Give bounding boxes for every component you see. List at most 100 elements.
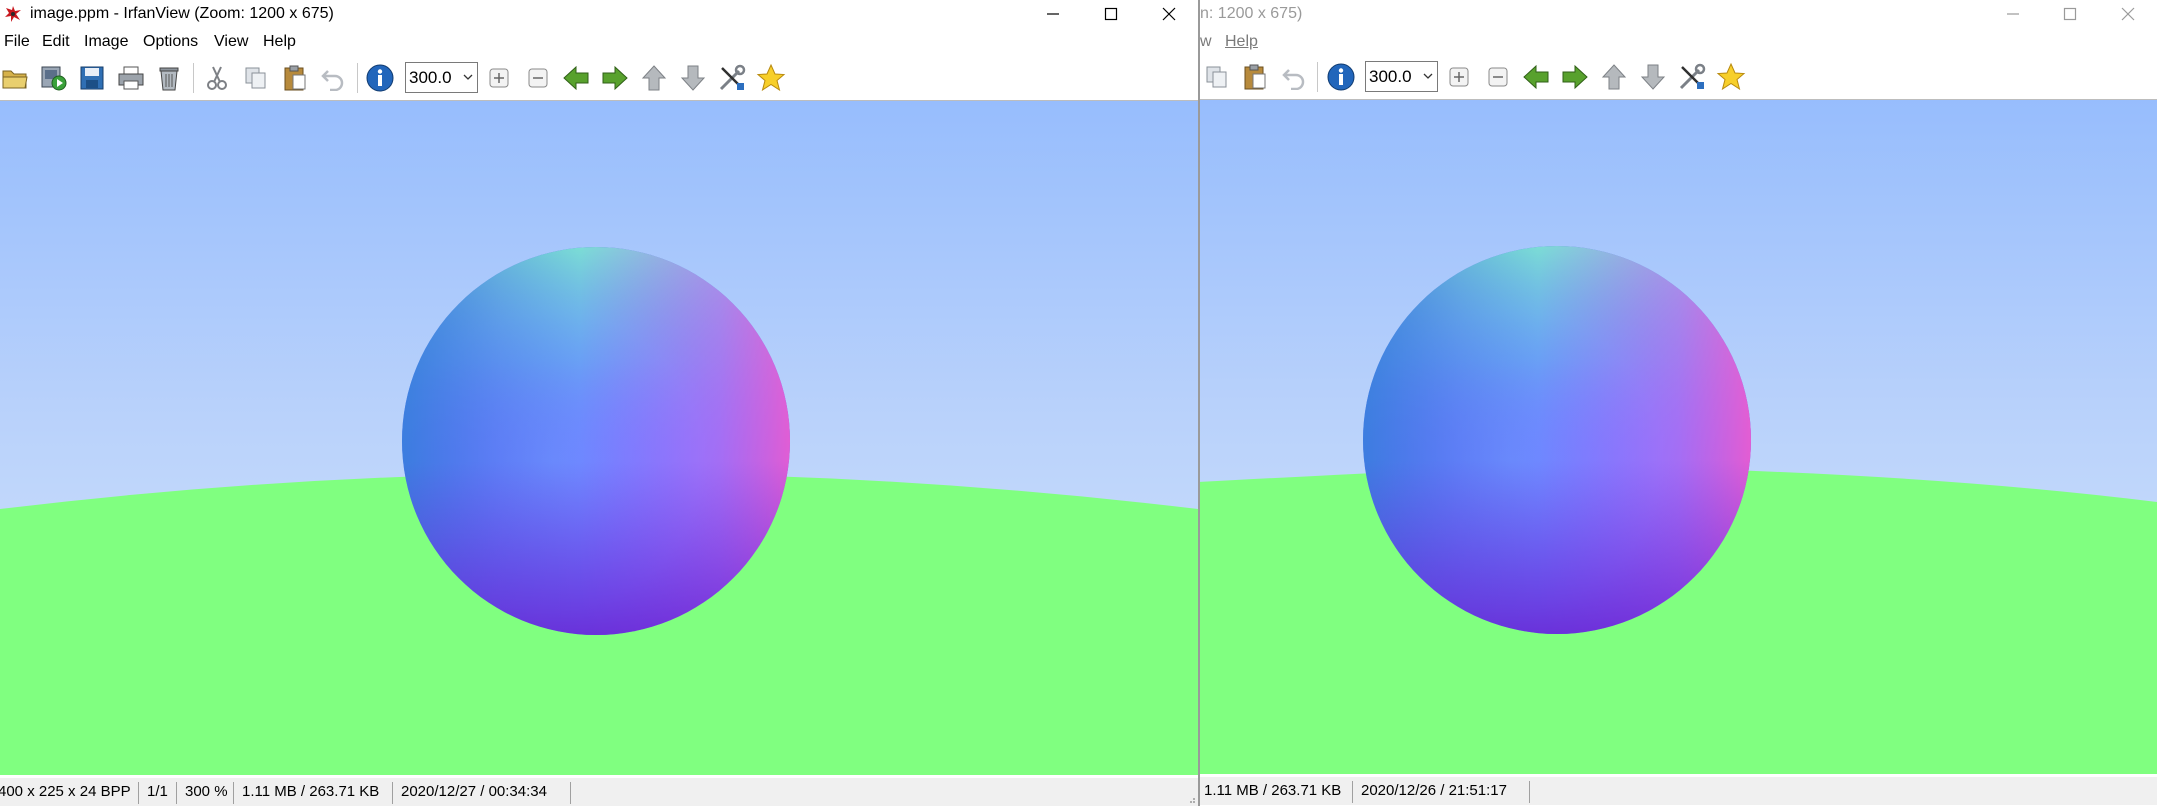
- paste-button[interactable]: [1238, 60, 1272, 94]
- down-button[interactable]: [676, 61, 710, 95]
- paste-icon: [1244, 64, 1266, 90]
- image-canvas[interactable]: [0, 101, 1198, 775]
- zoom-value: 300.0: [1369, 67, 1412, 86]
- info-icon: [1327, 63, 1355, 91]
- rendered-image: [1198, 246, 2157, 774]
- favorite-button[interactable]: [1714, 60, 1748, 94]
- status-separator: [1352, 781, 1353, 803]
- zoom-value: 300.0: [409, 68, 452, 87]
- settings-icon: [1679, 63, 1706, 90]
- undo-button[interactable]: [1277, 60, 1311, 94]
- status-separator: [233, 782, 234, 804]
- status-separator: [1529, 781, 1530, 803]
- copy-button[interactable]: [239, 61, 273, 95]
- zoom-in-icon: [489, 68, 509, 88]
- up-button[interactable]: [1597, 60, 1631, 94]
- open-button[interactable]: [0, 61, 32, 95]
- previous-icon: [1523, 64, 1549, 90]
- up-button[interactable]: [637, 61, 671, 95]
- down-icon: [680, 65, 706, 91]
- menu-file[interactable]: File: [4, 33, 30, 51]
- menu-bar: w Help: [1198, 30, 2157, 52]
- info-button[interactable]: [363, 61, 397, 95]
- toolbar-separator: [357, 63, 358, 93]
- paste-button[interactable]: [278, 61, 312, 95]
- zoom-in-button[interactable]: [1442, 60, 1476, 94]
- next-button[interactable]: [598, 61, 632, 95]
- zoom-select[interactable]: 300.0: [405, 62, 478, 93]
- status-separator: [570, 782, 571, 804]
- status-bar: 1.11 MB / 263.71 KB 2020/12/26 / 21:51:1…: [1198, 777, 2157, 805]
- settings-icon: [719, 64, 746, 91]
- copy-button[interactable]: [1200, 60, 1234, 94]
- status-size: 1.11 MB / 263.71 KB: [1204, 782, 1342, 799]
- settings-button[interactable]: [1675, 60, 1709, 94]
- favorite-button[interactable]: [754, 61, 788, 95]
- zoom-in-icon: [1449, 67, 1469, 87]
- cut-button[interactable]: [200, 61, 234, 95]
- zoom-out-icon: [1488, 67, 1508, 87]
- copy-icon: [245, 67, 266, 89]
- zoom-select[interactable]: 300.0: [1365, 61, 1438, 92]
- status-zoom: 300 %: [185, 783, 228, 800]
- zoom-in-button[interactable]: [482, 61, 516, 95]
- settings-button[interactable]: [715, 61, 749, 95]
- resize-grip-icon[interactable]: [1186, 794, 1196, 804]
- menu-help[interactable]: Help: [1225, 33, 1258, 51]
- window-border: [1198, 0, 1200, 806]
- close-icon: [1162, 7, 1176, 21]
- status-page: 1/1: [147, 783, 168, 800]
- slideshow-button[interactable]: [37, 61, 71, 95]
- menu-options[interactable]: Options: [143, 33, 198, 51]
- rendered-image: [0, 247, 1198, 775]
- status-separator: [138, 782, 139, 804]
- toolbar-separator: [193, 63, 194, 93]
- status-separator: [176, 782, 177, 804]
- previous-icon: [563, 65, 589, 91]
- menu-view[interactable]: w: [1200, 33, 1212, 51]
- zoom-out-button[interactable]: [521, 61, 555, 95]
- info-button[interactable]: [1324, 60, 1358, 94]
- toolbar-separator: [1317, 62, 1318, 92]
- open-folder-icon: [2, 70, 28, 89]
- menu-edit[interactable]: Edit: [42, 33, 70, 51]
- maximize-button[interactable]: [2041, 0, 2099, 28]
- toolbar: 300.0: [0, 57, 1198, 101]
- menu-image[interactable]: Image: [84, 33, 128, 51]
- close-button[interactable]: [2099, 0, 2157, 28]
- status-separator: [392, 782, 393, 804]
- delete-button[interactable]: [152, 61, 186, 95]
- save-button[interactable]: [75, 61, 109, 95]
- copy-icon: [1206, 66, 1227, 88]
- chevron-down-icon: [463, 74, 473, 80]
- zoom-out-button[interactable]: [1481, 60, 1515, 94]
- window-title: n: 1200 x 675): [1200, 5, 1303, 22]
- cut-icon: [207, 66, 227, 90]
- minimize-icon: [2007, 13, 2019, 15]
- toolbar: 300.0: [1198, 56, 2157, 100]
- status-datetime: 2020/12/27 / 00:34:34: [401, 783, 547, 800]
- previous-button[interactable]: [559, 61, 593, 95]
- menu-help[interactable]: Help: [263, 33, 296, 51]
- next-button[interactable]: [1558, 60, 1592, 94]
- status-size: 1.11 MB / 263.71 KB: [242, 783, 380, 800]
- title-bar[interactable]: image.ppm - IrfanView (Zoom: 1200 x 675): [0, 0, 1198, 28]
- undo-button[interactable]: [316, 61, 350, 95]
- image-canvas[interactable]: [1198, 100, 2157, 774]
- down-button[interactable]: [1636, 60, 1670, 94]
- minimize-button[interactable]: [1984, 0, 2042, 28]
- minimize-button[interactable]: [1024, 0, 1082, 28]
- undo-icon: [1282, 69, 1305, 90]
- up-icon: [641, 65, 667, 91]
- irfanview-window-inactive: n: 1200 x 675) w Help 300.0 1.11 MB / 26…: [1198, 0, 2157, 806]
- maximize-button[interactable]: [1082, 0, 1140, 28]
- print-button[interactable]: [114, 61, 148, 95]
- title-bar[interactable]: n: 1200 x 675): [1198, 0, 2157, 28]
- close-button[interactable]: [1140, 0, 1198, 28]
- maximize-icon: [2063, 7, 2077, 21]
- paste-icon: [284, 65, 306, 91]
- previous-button[interactable]: [1519, 60, 1553, 94]
- save-icon: [80, 66, 104, 90]
- menu-view[interactable]: View: [214, 33, 248, 51]
- undo-icon: [321, 70, 344, 91]
